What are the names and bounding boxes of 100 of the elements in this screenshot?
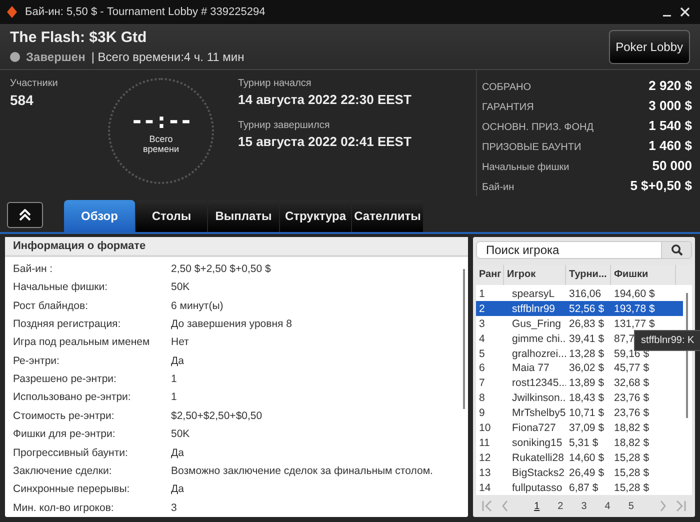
format-label: Фишки для ре-энтри:	[13, 428, 116, 440]
page-link[interactable]: 4	[600, 500, 616, 512]
table-cell-text: 11	[478, 436, 491, 449]
table-cell-text: gralhozrei...	[511, 348, 566, 360]
page-link[interactable]: 1	[529, 500, 545, 512]
table-cell-text: 52,56 $	[568, 302, 606, 315]
format-value: 50K	[171, 428, 190, 440]
column-header[interactable]: Игрок	[504, 264, 566, 285]
stat-label: Бай-ин	[482, 182, 514, 193]
table-cell-text: 8	[478, 392, 486, 404]
table-cell-text: 26,49 $	[568, 466, 606, 479]
total-time: | Всего времени:4 ч. 11 мин	[91, 50, 244, 64]
page-link[interactable]: 2	[552, 500, 568, 512]
tab[interactable]: Выплаты	[208, 200, 279, 232]
format-label: Мин. кол-во игроков:	[13, 502, 115, 514]
format-value: $2,50+$2,50+$0,50	[171, 410, 262, 422]
player-row[interactable]: 2 stffblnr99 52,56 $ 193,78 $	[476, 301, 683, 316]
format-label: Рост блайндов:	[13, 300, 89, 312]
table-cell-text: 194,60 $	[613, 288, 655, 300]
table-cell-text: 13	[478, 466, 492, 479]
player-row[interactable]: 13 BigStacks2 26,49 $ 15,28 $	[476, 465, 683, 480]
format-value: 3	[171, 502, 177, 514]
table-cell-text: 15,28 $	[613, 466, 650, 479]
poker-lobby-button[interactable]: Poker Lobby	[608, 30, 690, 64]
stat-value: 50 000	[652, 158, 692, 173]
player-row[interactable]: 3 Gus_Fring 26,83 $ 131,77 $	[476, 316, 683, 332]
player-row[interactable]: 1 spearsyL 316,06 194,60 $	[476, 286, 683, 302]
table-cell-text: 18,82 $	[613, 436, 650, 449]
table-cell-text: 14,60 $	[568, 452, 606, 464]
player-row[interactable]: 11 soniking15 5,31 $ 18,82 $	[476, 435, 683, 450]
player-row[interactable]: 12 Rukatelli28 14,60 $ 15,28 $	[476, 450, 683, 466]
tab[interactable]: Сателлиты	[352, 200, 423, 232]
format-label: Синхронные перерывы:	[13, 483, 131, 496]
player-row[interactable]: 8 Jwilkinson...18,43 $ 23,76 $	[476, 390, 683, 406]
clock-caption: Всего времени	[142, 134, 180, 154]
start-date: 14 августа 2022 22:30 EEST	[238, 92, 412, 107]
format-value: 6 минут(ы)	[171, 300, 224, 312]
table-cell-text: 23,76 $	[613, 407, 650, 420]
page-link[interactable]: 5	[623, 500, 639, 512]
table-cell-text: 316,06	[568, 288, 602, 300]
table-cell-text: 39,41 $	[568, 332, 606, 345]
format-label: Прогрессивный баунти:	[13, 446, 129, 459]
format-label: Стоимость ре-энтри:	[13, 410, 116, 422]
column-header[interactable]: Ранг	[476, 264, 504, 285]
participants-label: Участники	[10, 78, 59, 89]
table-cell-text: fullputasso	[511, 482, 564, 494]
status-dot	[10, 52, 20, 62]
clock-display: --:--	[130, 108, 192, 134]
stat-label: ПРИЗОВЫЕ БАУНТИ	[482, 142, 582, 153]
format-value: Возможно заключение сделок за финальным столом.	[171, 465, 433, 478]
table-cell-text: 18,43 $	[568, 392, 606, 404]
table-cell-text: 87,7	[613, 332, 634, 345]
double-chevron-icon	[18, 209, 32, 221]
player-row[interactable]: 9 MrTshelby5 10,71 $ 23,76 $	[476, 406, 683, 421]
search-field[interactable]: Поиск игрока	[476, 241, 692, 259]
tab[interactable]: Структура	[280, 200, 351, 232]
stat-label: Начальные фишки	[482, 162, 570, 173]
table-cell-text: gimme chi...	[511, 332, 566, 345]
stat-value: 3 000 $	[648, 98, 692, 113]
column-header[interactable]: Турни...	[566, 264, 611, 285]
stat-value: 1 460 $	[648, 138, 692, 153]
collapse-button[interactable]	[7, 202, 43, 228]
panel-header: Информация о формате	[5, 237, 468, 257]
player-row[interactable]: 14 fullputasso 6,87 $ 15,28 $	[476, 480, 683, 495]
format-label: Начальные фишки:	[13, 281, 109, 294]
format-value: Нет	[171, 336, 189, 348]
table-cell-text: 14	[478, 482, 492, 494]
player-row[interactable]: 10 Fiona727 37,09 $ 18,82 $	[476, 420, 683, 436]
page-link[interactable]: 3	[576, 500, 592, 512]
table-cell-text: 9	[478, 407, 486, 420]
format-label: Заключение сделки:	[13, 465, 113, 478]
table-cell-text: 1	[478, 288, 486, 300]
table-cell-text: 45,77 $	[613, 362, 650, 374]
stat-value: 2 920 $	[648, 78, 692, 93]
format-value: Да	[171, 446, 184, 459]
table-cell-text: 13,89 $	[568, 377, 606, 390]
table-cell-text: MrTshelby5	[511, 407, 566, 420]
table-cell-text: 12	[478, 452, 492, 464]
player-row[interactable]: 6 Maia 77 36,02 $ 45,77 $	[476, 360, 683, 376]
table-cell-text: soniking15	[511, 436, 564, 449]
table-cell-text: 15,28 $	[613, 482, 650, 494]
table-cell-text: 6	[478, 362, 486, 374]
table-cell-text: Fiona727	[511, 422, 557, 434]
tab[interactable]: Обзор	[64, 200, 135, 232]
table-cell-text: 37,09 $	[568, 422, 606, 434]
format-value: 1	[171, 373, 177, 386]
table-cell-text: 15,28 $	[613, 452, 650, 464]
start-label: Турнир начался	[238, 78, 312, 89]
format-label: Бай-ин :	[13, 262, 54, 275]
stat-label: СОБРАНО	[482, 82, 532, 93]
close-icon[interactable]	[680, 7, 690, 17]
table-cell-text: 10,71 $	[568, 407, 606, 420]
format-value: 50K	[171, 281, 190, 294]
stat-value: 5 $+0,50 $	[630, 178, 692, 193]
search-button[interactable]	[661, 242, 691, 258]
table-cell-text: 131,77 $	[613, 318, 655, 330]
stat-label: ОСНОВН. ПРИЗ. ФОНД	[482, 122, 594, 133]
format-value: До завершения уровня 8	[171, 318, 292, 330]
tab[interactable]: Столы	[136, 200, 207, 232]
column-header[interactable]: Фишки	[611, 264, 676, 285]
